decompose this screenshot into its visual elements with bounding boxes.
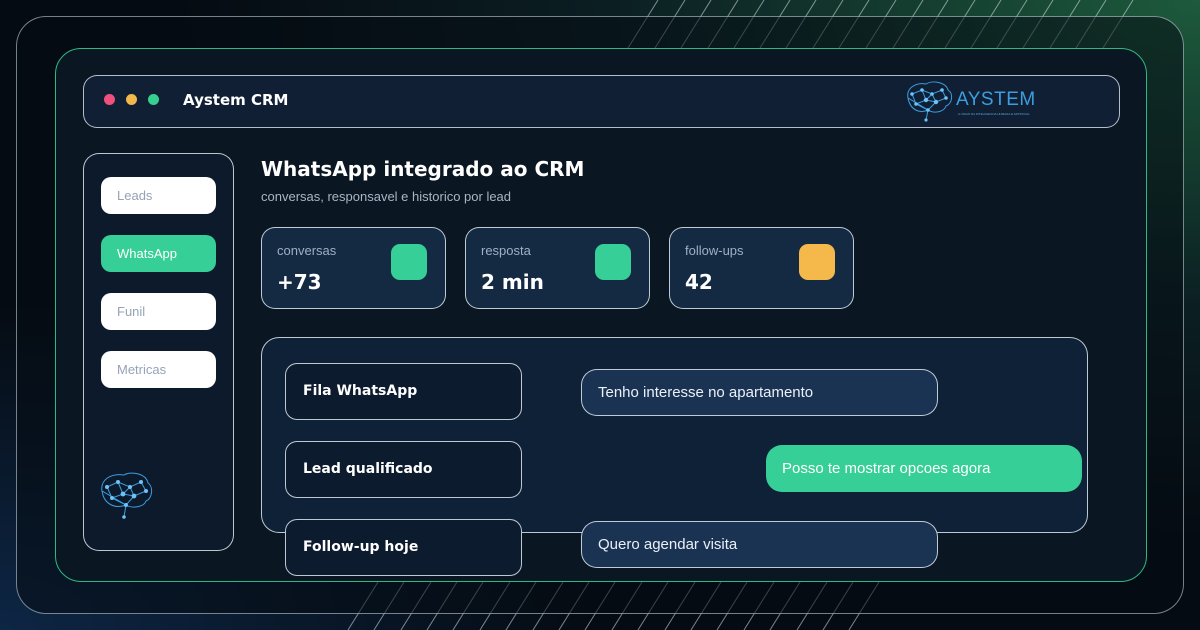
stat-value: 42 bbox=[685, 270, 713, 294]
stat-indicator-icon bbox=[391, 244, 427, 280]
message-bubble-outgoing: Posso te mostrar opcoes agora bbox=[766, 445, 1082, 492]
brand-wordmark: AYSTEM bbox=[956, 89, 1036, 110]
stat-label: conversas bbox=[277, 243, 337, 258]
stat-card-resposta: resposta 2 min bbox=[465, 227, 650, 309]
brain-network-logo-icon bbox=[101, 472, 153, 519]
stat-value: +73 bbox=[277, 270, 322, 294]
sidebar-item-leads[interactable]: Leads bbox=[101, 177, 216, 214]
sidebar-item-metricas[interactable]: Metricas bbox=[101, 351, 216, 388]
sidebar-item-whatsapp[interactable]: WhatsApp bbox=[101, 235, 216, 272]
app-window: Aystem CRM AYSTEM A UNIAO DA INTELIGENCI… bbox=[55, 48, 1147, 582]
stat-label: resposta bbox=[481, 243, 531, 258]
page-title: WhatsApp integrado ao CRM bbox=[261, 157, 585, 181]
queue-item-fila-whatsapp[interactable]: Fila WhatsApp bbox=[285, 363, 522, 420]
brand-tagline: A UNIAO DA INTELIGENCIA HUMANA E ARTIFIC… bbox=[958, 112, 1030, 116]
queue-item-follow-up-hoje[interactable]: Follow-up hoje bbox=[285, 519, 522, 576]
stat-card-conversas: conversas +73 bbox=[261, 227, 446, 309]
brain-network-logo-icon bbox=[907, 81, 953, 122]
stat-label: follow-ups bbox=[685, 243, 744, 258]
sidebar-item-funil[interactable]: Funil bbox=[101, 293, 216, 330]
stat-indicator-icon bbox=[595, 244, 631, 280]
message-bubble-incoming: Tenho interesse no apartamento bbox=[581, 369, 938, 416]
window-titlebar: Aystem CRM AYSTEM A UNIAO DA INTELIGENCI… bbox=[83, 75, 1120, 128]
stat-indicator-icon bbox=[799, 244, 835, 280]
sidebar: Leads WhatsApp Funil Metricas bbox=[83, 153, 234, 551]
brand-logo: AYSTEM A UNIAO DA INTELIGENCIA HUMANA E … bbox=[902, 78, 1042, 124]
close-dot-icon[interactable] bbox=[104, 94, 115, 105]
page-subtitle: conversas, responsavel e historico por l… bbox=[261, 189, 512, 204]
message-bubble-incoming: Quero agendar visita bbox=[581, 521, 938, 568]
stat-value: 2 min bbox=[481, 270, 544, 294]
maximize-dot-icon[interactable] bbox=[148, 94, 159, 105]
queue-item-lead-qualificado[interactable]: Lead qualificado bbox=[285, 441, 522, 498]
stat-card-follow-ups: follow-ups 42 bbox=[669, 227, 854, 309]
minimize-dot-icon[interactable] bbox=[126, 94, 137, 105]
app-title: Aystem CRM bbox=[183, 91, 289, 109]
